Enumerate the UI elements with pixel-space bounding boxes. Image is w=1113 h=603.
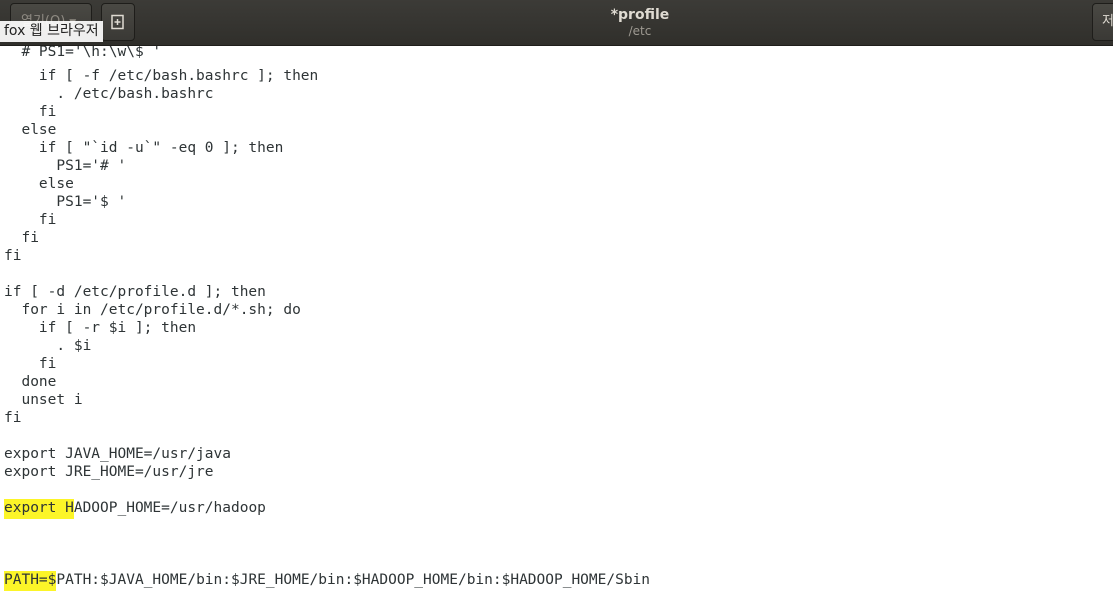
header-bar: 열기(O)▼ *profile /etc 저 [0,0,1113,46]
search-highlight: PATH=$ [4,571,57,591]
line-text: PATH:$JAVA_HOME/bin:$JRE_HOME/bin:$HADOO… [56,572,651,588]
editor-line: fi [4,410,22,426]
editor-line: done [4,374,57,390]
editor-line: else [4,122,57,138]
editor-line: PS1='$ ' [4,194,127,210]
editor-line: fi [4,356,57,372]
window-subtitle: /etc [628,24,652,38]
editor-line: fi [4,248,22,264]
taskbar-tooltip: fox 웹 브라우저 [0,21,103,42]
new-document-button[interactable] [101,3,135,41]
editor-line: fi [4,104,57,120]
save-button-label: 저 [1102,14,1113,29]
editor-line: unset i [4,392,83,408]
editor-line: # PS1='\h:\w\$ ' [4,46,162,60]
window-title-area: *profile /etc [440,6,840,39]
editor-line: . $i [4,338,92,354]
editor-line: fi [4,230,39,246]
window-title: *profile [610,7,670,23]
editor-line: if [ -f /etc/bash.bashrc ]; then [4,68,319,84]
editor-line: PS1='# ' [4,158,127,174]
editor-line: if [ -d /etc/profile.d ]; then [4,284,266,300]
editor-line: fi [4,212,57,228]
editor-line: export JAVA_HOME=/usr/java [4,446,231,462]
editor-line-path: PATH=$PATH:$JAVA_HOME/bin:$JRE_HOME/bin:… [4,571,651,591]
editor-line: export JRE_HOME=/usr/jre [4,464,214,480]
search-highlight: export H [4,499,74,519]
editor-line: if [ "`id -u`" -eq 0 ]; then [4,140,284,156]
new-document-icon [111,14,124,30]
line-text: ADOOP_HOME=/usr/hadoop [73,500,266,516]
editor-line-hadoop: export HADOOP_HOME=/usr/hadoop [4,499,266,519]
editor-line: if [ -r $i ]; then [4,320,197,336]
editor-line: for i in /etc/profile.d/*.sh; do [4,302,301,318]
save-button[interactable]: 저 [1092,3,1113,41]
text-editor[interactable]: # PS1='\h:\w\$ ' if [ -f /etc/bash.bashr… [0,46,1113,603]
editor-line: else [4,176,74,192]
editor-line: . /etc/bash.bashrc [4,86,214,102]
